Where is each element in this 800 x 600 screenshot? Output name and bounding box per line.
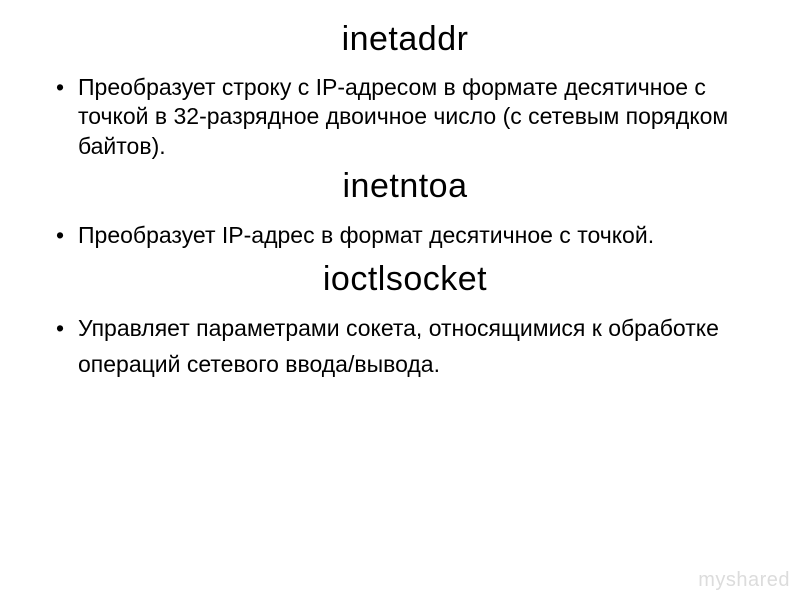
heading-ioctlsocket: ioctlsocket: [50, 260, 760, 299]
bullet-list-2: Преобразует IP-адрес в формат десятичное…: [50, 218, 760, 254]
watermark: myshared: [698, 569, 790, 592]
list-item: Преобразует строку с IP-адресом в формат…: [50, 73, 760, 161]
list-item: Преобразует IP-адрес в формат десятичное…: [50, 218, 760, 254]
list-item: Управляет параметрами сокета, относящими…: [50, 311, 760, 382]
slide-content: inetaddr Преобразует строку с IP-адресом…: [0, 0, 800, 408]
heading-inetaddr: inetaddr: [50, 20, 760, 59]
heading-inetntoa: inetntoa: [50, 167, 760, 206]
bullet-list-1: Преобразует строку с IP-адресом в формат…: [50, 73, 760, 161]
bullet-list-3: Управляет параметрами сокета, относящими…: [50, 311, 760, 382]
